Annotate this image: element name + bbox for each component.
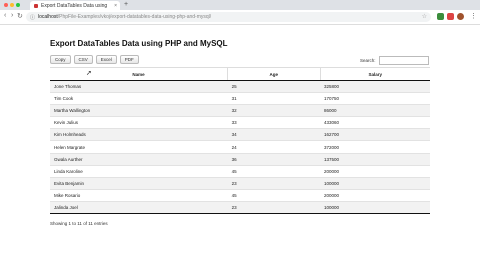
table-header-row: Name Age Salary <box>50 67 430 81</box>
excel-button[interactable]: Excel <box>95 55 117 64</box>
table-row: Jalinda Joel 23 100000 <box>50 200 430 215</box>
cell-salary: 372000 <box>320 140 430 154</box>
favicon-icon <box>34 3 38 8</box>
cell-name: Evita Benjamin <box>50 176 228 190</box>
browser-toolbar: ‹ › ↻ ⓘ localhost/PhpFile-Examples/vkoj/… <box>0 10 480 25</box>
column-header-age[interactable]: Age <box>227 67 321 81</box>
cell-age: 23 <box>227 176 321 190</box>
reload-icon[interactable]: ↻ <box>17 12 23 20</box>
browser-menu-icon[interactable]: ⋮ <box>470 12 477 20</box>
data-table: Name Age Salary Jone Thomas 25 325800 Tim C… <box>50 67 430 215</box>
cell-age: 24 <box>227 140 321 154</box>
table-row: Gwala Aurther 36 137500 <box>50 152 430 166</box>
cell-salary: 170750 <box>320 92 430 105</box>
table-row: Kevin Julius 33 433060 <box>50 116 430 129</box>
extension-icon[interactable] <box>437 13 444 20</box>
url-text: localhost/PhpFile-Examples/vkoj/export-d… <box>38 14 212 20</box>
cell-name: Linda Karoline <box>50 164 228 178</box>
cell-name: Jalinda Joel <box>50 200 228 215</box>
cell-age: 23 <box>227 200 321 215</box>
table-row: Tim Cook 31 170750 <box>50 92 430 105</box>
cell-salary: 137500 <box>320 152 430 166</box>
cell-name: Martha Wallington <box>50 104 228 117</box>
table-row: Helen Margrate 24 372000 <box>50 140 430 154</box>
cell-salary: 200000 <box>320 188 430 202</box>
pdf-button[interactable]: PDF <box>119 55 139 64</box>
search-label: Search: <box>360 58 376 63</box>
csv-button[interactable]: CSV <box>73 55 93 64</box>
cell-salary: 325800 <box>320 79 430 93</box>
table-row: Jone Thomas 25 325800 <box>50 79 430 93</box>
copy-button[interactable]: Copy <box>50 55 71 64</box>
cell-age: 36 <box>227 152 321 166</box>
cell-salary: 100000 <box>320 200 430 215</box>
cell-name: Helen Margrate <box>50 140 228 154</box>
table-row: Martha Wallington 32 86000 <box>50 104 430 117</box>
table-row: Mike Rosario 45 200000 <box>50 188 430 202</box>
cell-age: 34 <box>227 128 321 141</box>
maximize-window-button[interactable] <box>16 3 20 7</box>
table-info: Showing 1 to 11 of 11 entries <box>50 221 108 226</box>
cell-name: Jone Thomas <box>50 79 228 93</box>
page-title: Export DataTables Data using PHP and MyS… <box>50 39 228 48</box>
cell-salary: 200000 <box>320 164 430 178</box>
export-buttons: Copy CSV Excel PDF <box>50 55 139 64</box>
tab-bar: Export DataTables Data using × + <box>0 0 480 10</box>
cell-salary: 433060 <box>320 116 430 129</box>
back-icon[interactable]: ‹ <box>4 12 6 19</box>
cell-name: Tim Cook <box>50 92 228 105</box>
tab-close-icon[interactable]: × <box>114 3 117 9</box>
search-input[interactable] <box>378 56 429 65</box>
minimize-window-button[interactable] <box>10 3 14 7</box>
column-header-salary[interactable]: Salary <box>319 67 430 81</box>
new-tab-button[interactable]: + <box>124 1 128 8</box>
cell-name: Gwala Aurther <box>50 152 228 166</box>
cell-age: 32 <box>227 104 321 117</box>
cell-age: 31 <box>227 92 321 105</box>
cell-age: 25 <box>227 79 321 93</box>
cell-salary: 86000 <box>320 104 430 117</box>
bookmark-star-icon[interactable]: ☆ <box>422 13 427 20</box>
cell-age: 33 <box>227 116 321 129</box>
cell-name: Kim Holmheads <box>50 128 228 141</box>
info-icon[interactable]: ⓘ <box>30 14 35 21</box>
cell-age: 45 <box>227 188 321 202</box>
column-header-name[interactable]: Name <box>50 67 228 81</box>
tab-title: Export DataTables Data using <box>41 2 108 9</box>
cell-salary: 162700 <box>320 128 430 141</box>
profile-avatar[interactable] <box>457 13 464 20</box>
address-bar[interactable]: ⓘ localhost/PhpFile-Examples/vkoj/export… <box>26 12 431 22</box>
table-row: Kim Holmheads 34 162700 <box>50 128 430 141</box>
search-box: Search: <box>360 56 429 65</box>
close-window-button[interactable] <box>4 3 8 7</box>
table-row: Linda Karoline 45 200000 <box>50 164 430 178</box>
cell-age: 45 <box>227 164 321 178</box>
cell-name: Mike Rosario <box>50 188 228 202</box>
extension-icon[interactable] <box>447 13 454 20</box>
cell-name: Kevin Julius <box>50 116 228 129</box>
table-row: Evita Benjamin 23 100000 <box>50 176 430 190</box>
forward-icon[interactable]: › <box>11 12 13 19</box>
browser-tab[interactable]: Export DataTables Data using × <box>30 1 120 10</box>
cell-salary: 100000 <box>320 176 430 190</box>
